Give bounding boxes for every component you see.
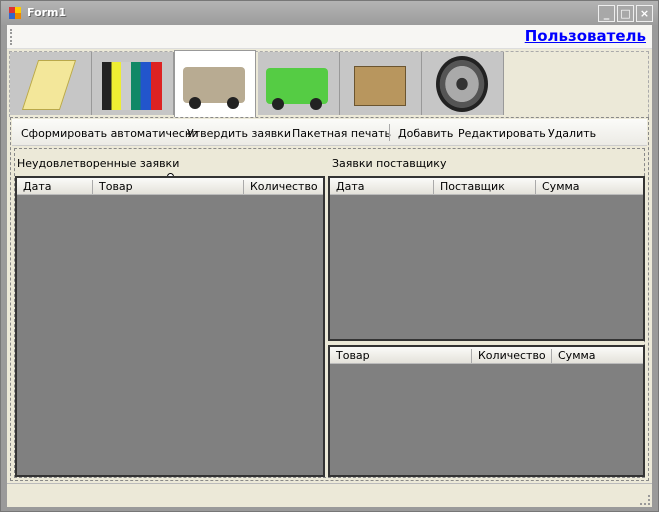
unfulfilled-grid[interactable]: Дата Товар Количество: [15, 176, 325, 477]
truck-beige-icon: [183, 67, 245, 109]
left-label: Неудовлетворенные заявки: [17, 157, 180, 170]
col-quantity[interactable]: Количество: [471, 349, 546, 363]
approve-button[interactable]: Утвердить заявки: [187, 127, 291, 140]
grid-header: Дата Товар Количество: [17, 178, 323, 195]
batch-print-button[interactable]: Пакетная печать: [292, 127, 391, 140]
title-bar[interactable]: Form1 _ □ ×: [1, 1, 658, 25]
minimize-button[interactable]: _: [598, 5, 615, 22]
top-toolstrip: Пользователь: [7, 25, 652, 49]
col-sum[interactable]: Сумма: [535, 180, 580, 194]
grip-icon[interactable]: [10, 29, 12, 45]
user-link[interactable]: Пользователь: [525, 27, 646, 45]
toolbar-separator: [389, 124, 390, 141]
col-date[interactable]: Дата: [17, 180, 51, 194]
gear-icon: [436, 56, 488, 112]
delete-button[interactable]: Удалить: [548, 127, 596, 140]
col-product[interactable]: Товар: [92, 180, 133, 194]
status-bar: [7, 483, 652, 507]
tab-truck-beige[interactable]: [174, 50, 256, 118]
notepad-icon: [21, 60, 77, 110]
resize-grip-icon[interactable]: [640, 495, 650, 505]
right-label: Заявки поставщику: [332, 157, 447, 170]
tab-gear[interactable]: [422, 52, 504, 115]
maximize-button[interactable]: □: [617, 5, 634, 22]
split-container: Неудовлетворенные заявки Дата Товар Коли…: [14, 148, 645, 478]
tab-notepad[interactable]: [10, 52, 92, 115]
main-window: Form1 _ □ × Пользователь Сформировать ав…: [0, 0, 659, 512]
col-quantity[interactable]: Количество: [243, 180, 318, 194]
add-button[interactable]: Добавить: [398, 127, 453, 140]
tab-binders[interactable]: [92, 52, 174, 115]
col-sum[interactable]: Сумма: [551, 349, 596, 363]
tab-box[interactable]: [340, 52, 422, 115]
col-product[interactable]: Товар: [330, 349, 370, 363]
order-items-grid[interactable]: Товар Количество Сумма: [328, 345, 645, 477]
grid-header: Товар Количество Сумма: [330, 347, 643, 364]
truck-green-icon: [266, 68, 328, 110]
tab-content-panel: Сформировать автоматически Утвердить зая…: [10, 117, 649, 481]
edit-button[interactable]: Редактировать: [458, 127, 546, 140]
col-supplier[interactable]: Поставщик: [433, 180, 505, 194]
grid-header: Дата Поставщик Сумма: [330, 178, 643, 195]
col-date[interactable]: Дата: [330, 180, 364, 194]
binders-icon: [102, 62, 162, 110]
box-icon: [354, 66, 406, 106]
window-title: Form1: [27, 6, 67, 19]
image-tab-strip: [9, 50, 649, 118]
auto-generate-button[interactable]: Сформировать автоматически: [21, 127, 199, 140]
action-toolbar: Сформировать автоматически Утвердить зая…: [12, 119, 647, 146]
supplier-orders-grid[interactable]: Дата Поставщик Сумма: [328, 176, 645, 341]
client-area: Пользователь Сформировать автоматически …: [7, 25, 652, 507]
close-button[interactable]: ×: [636, 5, 653, 22]
app-icon: [9, 7, 21, 19]
tab-truck-green[interactable]: [258, 52, 340, 115]
